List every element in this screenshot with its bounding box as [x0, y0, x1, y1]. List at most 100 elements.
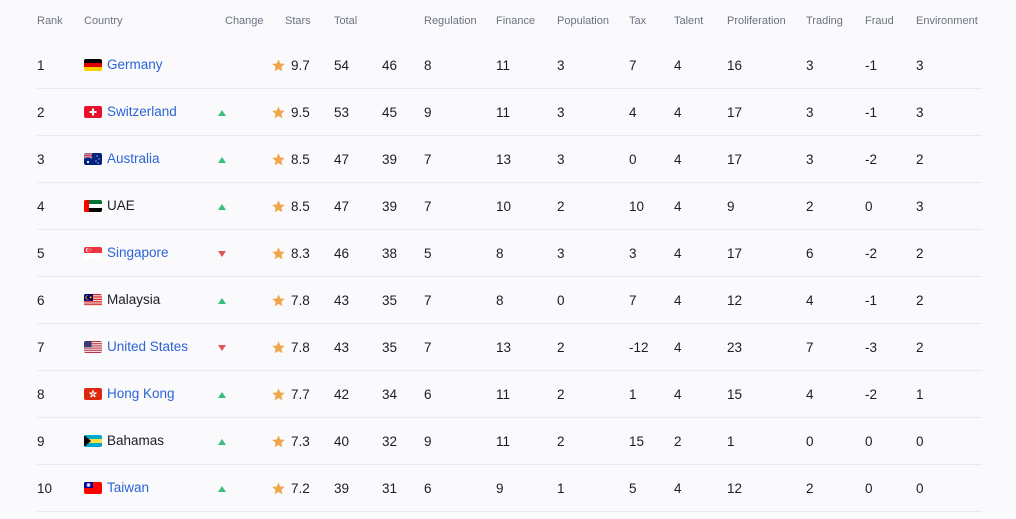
cell-stars: 9.5	[291, 105, 310, 120]
cell-rank: 10	[37, 481, 53, 496]
cell-subtotal: 46	[382, 58, 398, 73]
country-cell: Bahamas	[84, 433, 164, 449]
country-cell[interactable]: Taiwan	[84, 480, 149, 496]
cell-rank: 6	[37, 293, 45, 308]
country-cell[interactable]: United States	[84, 339, 188, 355]
table-row[interactable]: 3 8.5 47 39 7 13 3 0 4 17 3 -2 2 Australia	[0, 136, 1016, 183]
header-environment[interactable]: Environment	[916, 15, 978, 27]
cell-finance: 11	[496, 387, 511, 402]
cell-trading: 3	[806, 105, 814, 120]
cell-tax: 4	[629, 105, 637, 120]
table-row[interactable]: 6 7.8 43 35 7 8 0 7 4 12 4 -1 2 Malaysia	[0, 277, 1016, 324]
cell-rank: 2	[37, 105, 45, 120]
cell-talent: 4	[674, 152, 682, 167]
cell-total: 43	[334, 293, 350, 308]
cell-fraud: -1	[865, 58, 878, 73]
arrow-up-icon	[218, 439, 226, 445]
header-total[interactable]: Total	[334, 15, 357, 27]
cell-population: 0	[557, 293, 565, 308]
cell-tax: 0	[629, 152, 637, 167]
country-link[interactable]: Singapore	[107, 245, 169, 261]
table-row[interactable]: 5 8.3 46 38 5 8 3 3 4 17 6 -2 2 Singapore	[0, 230, 1016, 277]
cell-trading: 2	[806, 481, 814, 496]
cell-environment: 2	[916, 152, 924, 167]
cell-proliferation: 17	[727, 152, 743, 167]
cell-talent: 4	[674, 58, 682, 73]
header-finance[interactable]: Finance	[496, 15, 535, 27]
cell-total: 46	[334, 246, 350, 261]
star-icon	[271, 340, 286, 355]
cell-subtotal: 31	[382, 481, 398, 496]
country-name: Bahamas	[107, 433, 165, 448]
country-cell[interactable]: Switzerland	[84, 104, 177, 120]
table-row[interactable]: 7 7.8 43 35 7 13 2 -12 4 23 7 -3 2 United States	[0, 324, 1016, 371]
table-row[interactable]: 9 7.3 40 32 9 11 2 15 2 1 0 0 0 Bahamas	[0, 418, 1016, 465]
cell-fraud: -2	[865, 246, 878, 261]
cell-population: 1	[557, 481, 565, 496]
cell-total: 42	[334, 387, 350, 402]
header-fraud[interactable]: Fraud	[865, 15, 894, 27]
star-icon	[271, 481, 286, 496]
cell-stars: 7.2	[291, 481, 310, 496]
country-link[interactable]: United States	[107, 339, 188, 355]
header-stars[interactable]: Stars	[285, 15, 311, 27]
cell-subtotal: 39	[382, 152, 398, 167]
cell-proliferation: 12	[727, 293, 743, 308]
row-divider	[37, 511, 982, 512]
header-rank[interactable]: Rank	[37, 15, 63, 27]
table-row[interactable]: 1 9.7 54 46 8 11 3 7 4 16 3 -1 3 Germany	[0, 42, 1016, 89]
cell-regulation: 7	[424, 340, 432, 355]
cell-population: 3	[557, 246, 565, 261]
cell-fraud: -1	[865, 293, 878, 308]
arrow-down-icon	[218, 345, 226, 351]
australia-flag-icon	[84, 153, 102, 165]
cell-finance: 13	[496, 340, 512, 355]
country-cell[interactable]: Germany	[84, 57, 163, 73]
arrow-up-icon	[218, 157, 226, 163]
star-icon	[271, 58, 286, 73]
cell-talent: 4	[674, 246, 682, 261]
table-row[interactable]: 4 8.5 47 39 7 10 2 10 4 9 2 0 3 UAE	[0, 183, 1016, 230]
country-link[interactable]: Germany	[107, 57, 163, 73]
cell-environment: 1	[916, 387, 924, 402]
cell-finance: 13	[496, 152, 512, 167]
header-tax[interactable]: Tax	[629, 15, 646, 27]
cell-regulation: 7	[424, 199, 432, 214]
header-regulation[interactable]: Regulation	[424, 15, 477, 27]
table-row[interactable]: 10 7.2 39 31 6 9 1 5 4 12 2 0 0 Taiwan	[0, 465, 1016, 512]
cell-trading: 4	[806, 387, 814, 402]
cell-total: 40	[334, 434, 350, 449]
header-proliferation[interactable]: Proliferation	[727, 15, 786, 27]
header-change[interactable]: Change	[225, 15, 264, 27]
cell-proliferation: 9	[727, 199, 735, 214]
cell-tax: 3	[629, 246, 637, 261]
cell-proliferation: 17	[727, 246, 743, 261]
country-name: UAE	[107, 198, 135, 213]
arrow-up-icon	[218, 298, 226, 304]
arrow-up-icon	[218, 204, 226, 210]
country-cell[interactable]: Hong Kong	[84, 386, 175, 402]
table-row[interactable]: 2 9.5 53 45 9 11 3 4 4 17 3 -1 3 Switzerland	[0, 89, 1016, 136]
cell-rank: 1	[37, 58, 45, 73]
cell-stars: 7.3	[291, 434, 310, 449]
header-country[interactable]: Country	[84, 15, 123, 27]
country-link[interactable]: Hong Kong	[107, 386, 175, 402]
country-cell[interactable]: Singapore	[84, 245, 169, 261]
country-link[interactable]: Australia	[107, 151, 160, 167]
cell-finance: 8	[496, 246, 504, 261]
star-icon	[271, 293, 286, 308]
cell-trading: 3	[806, 58, 814, 73]
country-link[interactable]: Taiwan	[107, 480, 149, 496]
country-link[interactable]: Switzerland	[107, 104, 177, 120]
header-population[interactable]: Population	[557, 15, 609, 27]
cell-environment: 3	[916, 58, 924, 73]
cell-subtotal: 35	[382, 293, 398, 308]
cell-stars: 8.5	[291, 199, 310, 214]
country-cell[interactable]: Australia	[84, 151, 160, 167]
cell-proliferation: 1	[727, 434, 735, 449]
cell-tax: -12	[629, 340, 649, 355]
table-row[interactable]: 8 7.7 42 34 6 11 2 1 4 15 4 -2 1 Hong Kong	[0, 371, 1016, 418]
header-talent[interactable]: Talent	[674, 15, 703, 27]
header-trading[interactable]: Trading	[806, 15, 843, 27]
cell-trading: 7	[806, 340, 814, 355]
